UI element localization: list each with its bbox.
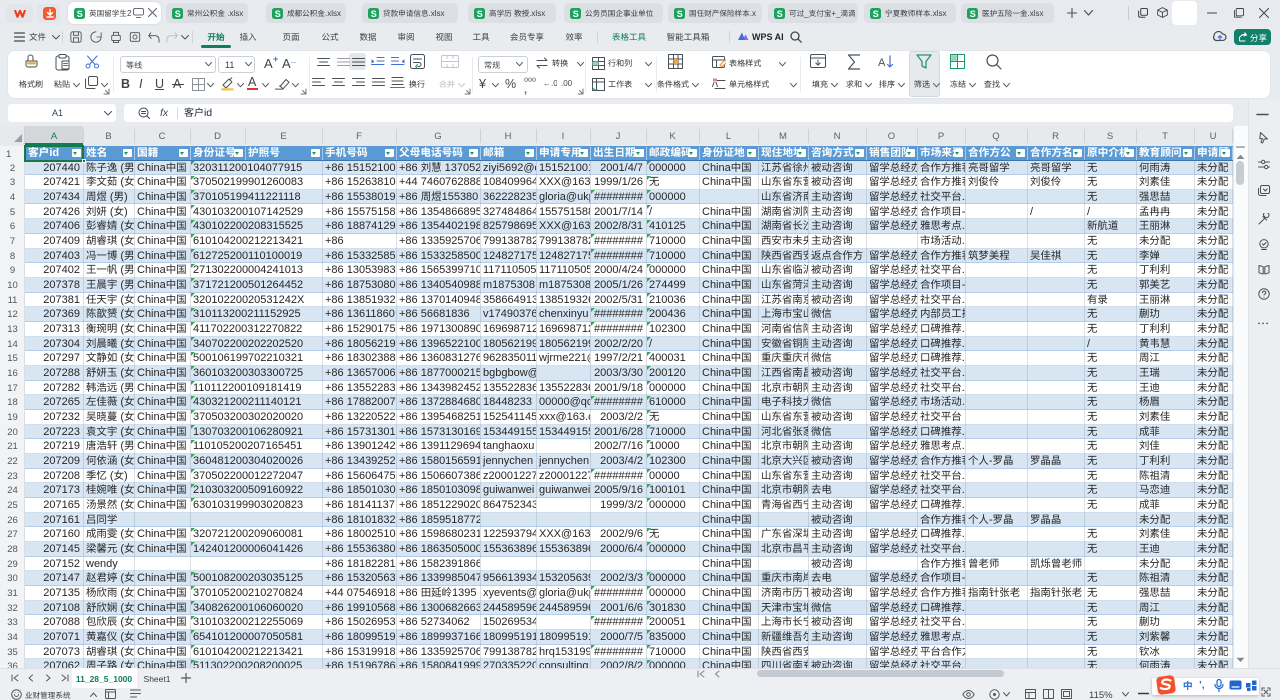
svg-text:A: A [878,57,886,69]
svg-text:←.0: ←.0 [543,79,557,88]
svg-text:.00: .00 [561,79,573,88]
